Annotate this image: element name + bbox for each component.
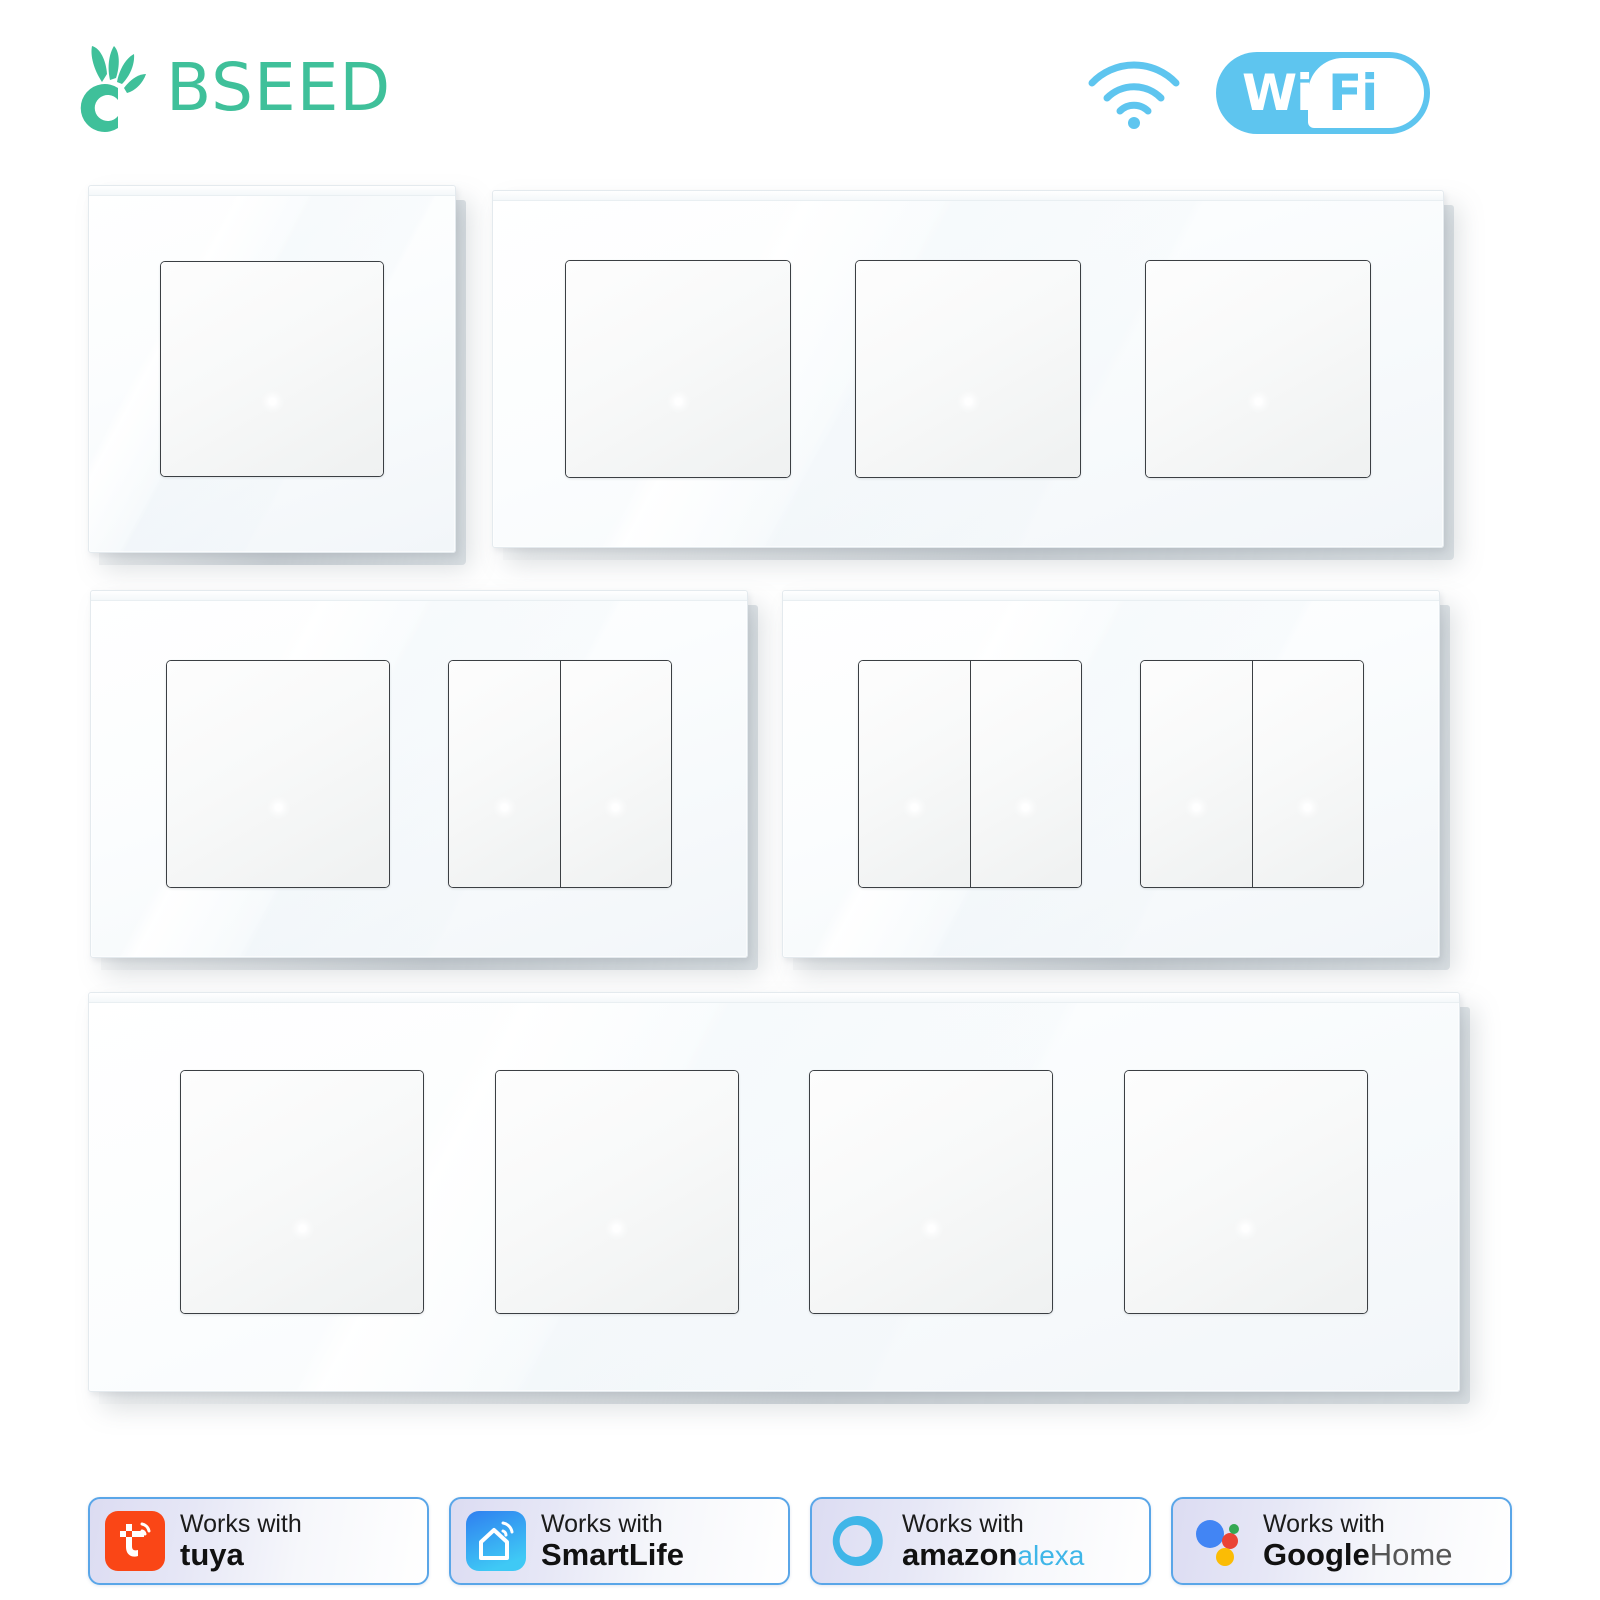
led-indicator — [910, 804, 918, 812]
badge-works-label: Works with — [902, 1509, 1024, 1538]
switch-button[interactable] — [855, 260, 1081, 478]
dual-2-gang-switch-panel[interactable] — [782, 590, 1440, 958]
switch-button-2key[interactable] — [1140, 660, 1364, 888]
switch-button[interactable] — [1123, 1070, 1368, 1314]
badge-brand-alexa: alexa — [1017, 1539, 1085, 1571]
product-image-canvas: BSEED Wi Fi Works with tuya Works with S… — [0, 0, 1600, 1600]
badge-works-label: Works with — [180, 1509, 302, 1538]
led-indicator — [500, 804, 508, 812]
switch-key[interactable] — [167, 661, 389, 887]
compatibility-badge-row: Works with tuya Works with SmartLife Wor… — [88, 1497, 1512, 1585]
led-indicator — [964, 397, 972, 405]
wifi-badge-fi-text: Fi — [1328, 64, 1378, 122]
switch-key[interactable] — [449, 661, 560, 887]
switch-button[interactable] — [166, 660, 390, 888]
switch-button[interactable] — [809, 1070, 1054, 1314]
switch-button[interactable] — [160, 261, 384, 477]
switch-key[interactable] — [495, 1071, 738, 1313]
switch-key[interactable] — [810, 1071, 1053, 1313]
switch-key[interactable] — [559, 661, 671, 887]
badge-brand-label: GoogleHome — [1263, 1538, 1452, 1571]
badge-brand-home: Home — [1369, 1536, 1453, 1572]
wifi-indicator-group: Wi Fi — [1086, 52, 1430, 134]
badge-works-label: Works with — [1263, 1509, 1385, 1538]
led-indicator — [1304, 804, 1312, 812]
brand-logo: BSEED — [72, 42, 391, 134]
wifi-badge-wi-text: Wi — [1242, 64, 1313, 122]
wifi-badge: Wi Fi — [1216, 52, 1430, 134]
switch-key[interactable] — [1124, 1071, 1367, 1313]
switch-button[interactable] — [494, 1070, 739, 1314]
badge-brand-google: Google — [1263, 1536, 1370, 1572]
led-indicator — [1192, 804, 1200, 812]
switch-button-2key[interactable] — [858, 660, 1082, 888]
alexa-ring-icon — [832, 1515, 883, 1566]
4-gang-switch-panel[interactable] — [88, 992, 1460, 1392]
switch-key[interactable] — [161, 262, 383, 476]
switch-button[interactable] — [1145, 260, 1371, 478]
badge-works-with-alexa[interactable]: Works with amazonalexa — [810, 1497, 1151, 1585]
smartlife-home-icon — [466, 1511, 526, 1571]
switch-key[interactable] — [1251, 661, 1363, 887]
badge-works-label: Works with — [541, 1509, 663, 1538]
sprout-c-icon — [80, 46, 146, 132]
google-assistant-icon — [1196, 1520, 1239, 1566]
wifi-signal-icon — [1088, 61, 1180, 129]
switch-key[interactable] — [1146, 261, 1370, 477]
3-gang-switch-panel[interactable] — [492, 190, 1444, 548]
badge-brand-label: SmartLife — [541, 1536, 684, 1572]
switch-key[interactable] — [856, 261, 1080, 477]
led-indicator — [927, 1224, 935, 1232]
led-indicator — [268, 397, 276, 405]
switch-key[interactable] — [181, 1071, 424, 1313]
led-indicator — [1242, 1224, 1250, 1232]
led-indicator — [613, 1224, 621, 1232]
led-indicator — [1022, 804, 1030, 812]
1-gang-switch-panel[interactable] — [88, 185, 456, 553]
1-gang-plus-2-gang-switch-panel[interactable] — [90, 590, 748, 958]
badge-works-with-google-home[interactable]: Works with GoogleHome — [1171, 1497, 1512, 1585]
badge-brand-amazon: amazon — [902, 1536, 1018, 1572]
switch-button[interactable] — [180, 1070, 425, 1314]
led-indicator — [1254, 397, 1262, 405]
switch-key[interactable] — [969, 661, 1081, 887]
switch-button[interactable] — [565, 260, 791, 478]
led-indicator — [612, 804, 620, 812]
tuya-icon — [105, 1511, 165, 1571]
switch-key[interactable] — [566, 261, 790, 477]
switch-key[interactable] — [1141, 661, 1252, 887]
badge-works-with-smartlife[interactable]: Works with SmartLife — [449, 1497, 790, 1585]
switch-button-2key[interactable] — [448, 660, 672, 888]
led-indicator — [274, 804, 282, 812]
badge-works-with-tuya[interactable]: Works with tuya — [88, 1497, 429, 1585]
led-indicator — [298, 1224, 306, 1232]
led-indicator — [674, 397, 682, 405]
badge-brand-label: amazonalexa — [902, 1538, 1084, 1571]
badge-brand-label: tuya — [180, 1536, 244, 1572]
wifi-badge-bubble: Fi — [1308, 58, 1424, 128]
brand-name: BSEED — [166, 49, 392, 126]
switch-key[interactable] — [859, 661, 970, 887]
